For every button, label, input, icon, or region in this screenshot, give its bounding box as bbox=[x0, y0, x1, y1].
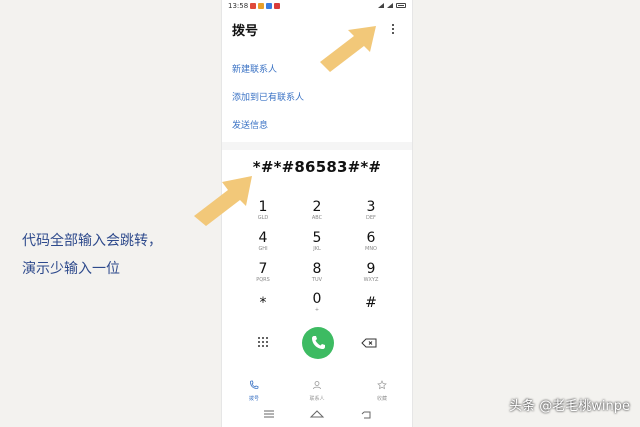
page-title: 拨号 bbox=[232, 24, 259, 39]
key-2[interactable]: 2 ABC bbox=[297, 199, 337, 227]
battery-icon bbox=[396, 3, 406, 8]
key-4[interactable]: 4 GHI bbox=[243, 230, 283, 258]
notification-icons bbox=[250, 3, 280, 9]
key-9[interactable]: 9 WXYZ bbox=[351, 261, 391, 289]
key-star[interactable]: * bbox=[243, 295, 283, 323]
wifi-icon bbox=[387, 3, 393, 8]
notification-icon bbox=[266, 3, 272, 9]
more-options-icon[interactable] bbox=[390, 24, 396, 38]
star-icon bbox=[377, 380, 387, 390]
notification-icon bbox=[274, 3, 280, 9]
home-nav-icon[interactable] bbox=[309, 410, 325, 418]
tab-contacts[interactable]: 联系人 bbox=[297, 375, 337, 402]
arrow-to-more-icon bbox=[320, 26, 376, 72]
watermark: 头条 @老毛桃winpe bbox=[509, 399, 630, 414]
notification-icon bbox=[258, 3, 264, 9]
keypad-grid-icon[interactable] bbox=[257, 336, 269, 348]
key-8[interactable]: 8 TUV bbox=[297, 261, 337, 289]
signal-icon bbox=[378, 3, 384, 8]
notification-icon bbox=[250, 3, 256, 9]
key-5[interactable]: 5 JKL bbox=[297, 230, 337, 258]
key-6[interactable]: 6 MNO bbox=[351, 230, 391, 258]
status-time: 13:58 bbox=[228, 2, 249, 10]
system-nav-bar bbox=[264, 410, 371, 419]
key-3[interactable]: 3 DEF bbox=[351, 199, 391, 227]
phone-icon bbox=[312, 336, 325, 349]
tab-dial[interactable]: 拨号 bbox=[234, 375, 274, 402]
divider bbox=[222, 142, 412, 150]
annotation-caption-line-2: 演示少输入一位 bbox=[22, 261, 120, 277]
key-0[interactable]: 0 + bbox=[297, 291, 337, 319]
menu-nav-icon[interactable] bbox=[264, 410, 274, 418]
arrow-to-dialed-number bbox=[194, 176, 252, 226]
add-to-existing-contact-link[interactable]: 添加到已有联系人 bbox=[232, 90, 304, 103]
send-message-link[interactable]: 发送信息 bbox=[232, 118, 268, 131]
new-contact-link[interactable]: 新建联系人 bbox=[232, 62, 277, 75]
call-button[interactable] bbox=[302, 327, 334, 359]
key-7[interactable]: 7 PQRS bbox=[243, 261, 283, 289]
contacts-tab-icon bbox=[313, 381, 321, 390]
back-nav-icon[interactable] bbox=[361, 411, 371, 419]
dial-tab-icon bbox=[250, 380, 259, 389]
status-bar: 13:58 bbox=[222, 0, 412, 12]
key-hash[interactable]: # bbox=[351, 295, 391, 323]
annotation-caption-line-1: 代码全部输入会跳转， bbox=[22, 233, 162, 249]
tab-favorites[interactable]: 收藏 bbox=[362, 375, 402, 402]
backspace-icon[interactable] bbox=[361, 338, 377, 348]
system-icons bbox=[378, 3, 406, 8]
